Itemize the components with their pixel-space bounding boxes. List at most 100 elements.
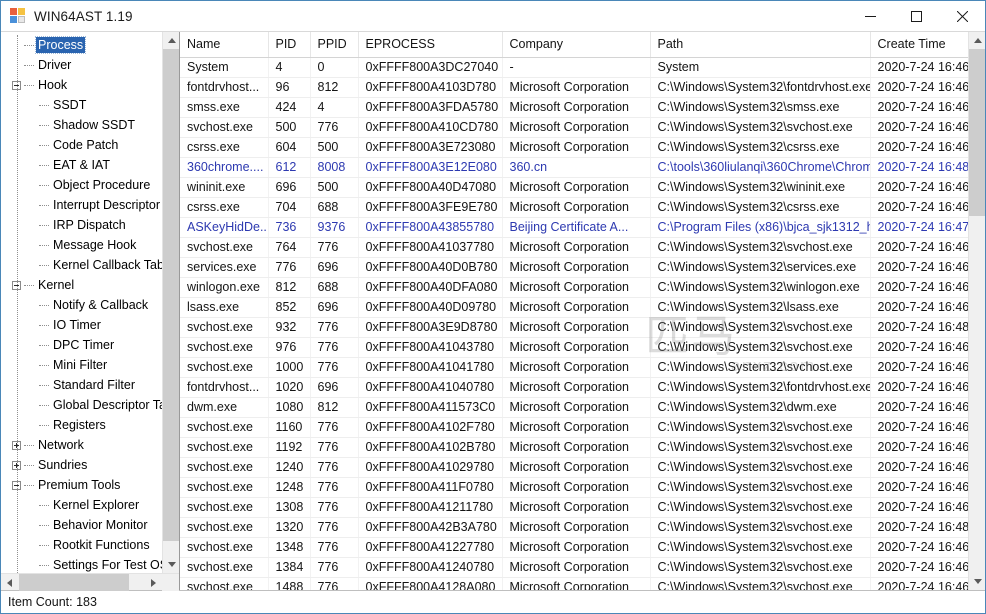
column-header-eprocess[interactable]: EPROCESS bbox=[358, 32, 503, 58]
sidebar-item-irp-dispatch[interactable]: IRP Dispatch bbox=[1, 215, 163, 235]
table-row[interactable]: svchost.exe 1192 776 0xFFFF800A4102B780 Micr… bbox=[180, 437, 968, 458]
sidebar-item-notify-callback[interactable]: Notify & Callback bbox=[1, 295, 163, 315]
tree-connector bbox=[24, 464, 34, 466]
cell-ppid: 8008 bbox=[310, 157, 359, 178]
table-row[interactable]: services.exe 776 696 0xFFFF800A40D0B780 Micr… bbox=[180, 257, 968, 278]
table-row[interactable]: ASKeyHidDe... 736 9376 0xFFFF800A43855780 Be… bbox=[180, 217, 968, 238]
table-row[interactable]: svchost.exe 1384 776 0xFFFF800A41240780 Micr… bbox=[180, 557, 968, 578]
cell-pid: 604 bbox=[268, 137, 311, 158]
column-header-ppid[interactable]: PPID bbox=[310, 32, 359, 58]
table-row[interactable]: svchost.exe 1308 776 0xFFFF800A41211780 Micr… bbox=[180, 497, 968, 518]
sidebar-item-premium-tools[interactable]: Premium Tools bbox=[1, 475, 163, 495]
table-row[interactable]: dwm.exe 1080 812 0xFFFF800A411573C0 Microsof… bbox=[180, 397, 968, 418]
cell-name: winlogon.exe bbox=[180, 277, 269, 298]
tree-horizontal-scrollbar[interactable] bbox=[1, 573, 179, 591]
table-row[interactable]: System 4 0 0xFFFF800A3DC27040- System 2020-7-… bbox=[180, 57, 968, 78]
tree-connector bbox=[24, 284, 34, 286]
sidebar-item-mini-filter[interactable]: Mini Filter bbox=[1, 355, 163, 375]
cell-company: Microsoft Corporation bbox=[502, 117, 651, 138]
table-row[interactable]: svchost.exe 1160 776 0xFFFF800A4102F780 Micr… bbox=[180, 417, 968, 438]
table-scrollbar-thumb[interactable] bbox=[969, 49, 985, 216]
close-button[interactable] bbox=[939, 1, 985, 32]
navigation-tree[interactable]: Process Driver Hook SSDT Shadow SSDT Code Pat… bbox=[1, 35, 179, 573]
minimize-button[interactable] bbox=[847, 1, 893, 32]
table-row[interactable]: 360chrome.... 612 8008 0xFFFF800A3E12E080 36… bbox=[180, 157, 968, 178]
cell-create-time: 2020-7-24 16:46:40 bbox=[870, 537, 968, 558]
table-row[interactable]: svchost.exe 764 776 0xFFFF800A41037780 Micro… bbox=[180, 237, 968, 258]
cell-eprocess: 0xFFFF800A40D47080 bbox=[358, 177, 503, 198]
column-header-pid[interactable]: PID bbox=[268, 32, 311, 58]
table-row[interactable]: lsass.exe 852 696 0xFFFF800A40D09780 Microso… bbox=[180, 297, 968, 318]
table-row[interactable]: svchost.exe 500 776 0xFFFF800A410CD780 Micro… bbox=[180, 117, 968, 138]
tree-scroll-up-button[interactable] bbox=[163, 32, 179, 49]
tree-vertical-scrollbar[interactable] bbox=[162, 32, 179, 573]
sidebar-item-message-hook[interactable]: Message Hook bbox=[1, 235, 163, 255]
table-row[interactable]: svchost.exe 976 776 0xFFFF800A41043780 Micro… bbox=[180, 337, 968, 358]
sidebar-item-hook[interactable]: Hook bbox=[1, 75, 163, 95]
table-row[interactable]: svchost.exe 932 776 0xFFFF800A3E9D8780 Micro… bbox=[180, 317, 968, 338]
sidebar-item-standard-filter[interactable]: Standard Filter bbox=[1, 375, 163, 395]
cell-pid: 1020 bbox=[268, 377, 311, 398]
table-row[interactable]: svchost.exe 1000 776 0xFFFF800A41041780 Micr… bbox=[180, 357, 968, 378]
table-row[interactable]: csrss.exe 704 688 0xFFFF800A3FE9E780 Microso… bbox=[180, 197, 968, 218]
sidebar-item-kernel-callback-table[interactable]: Kernel Callback Table bbox=[1, 255, 174, 275]
sidebar-item-process[interactable]: Process bbox=[1, 35, 163, 55]
cell-path: C:\Windows\System32\svchost.exe bbox=[650, 497, 871, 518]
tree-scroll-left-button[interactable] bbox=[1, 574, 18, 591]
maximize-button[interactable] bbox=[893, 1, 939, 32]
app-window: WIN64AST 1.19 Process Driver Hook SSDT S… bbox=[0, 0, 986, 614]
column-header-company[interactable]: Company bbox=[502, 32, 651, 58]
sidebar-item-kernel-explorer[interactable]: Kernel Explorer bbox=[1, 495, 163, 515]
sidebar-item-settings-for-test-os[interactable]: Settings For Test OS bbox=[1, 555, 168, 573]
tree-scrollbar-thumb[interactable] bbox=[163, 49, 179, 541]
column-header-name[interactable]: Name bbox=[180, 32, 269, 58]
close-icon bbox=[956, 11, 968, 22]
sidebar-item-behavior-monitor[interactable]: Behavior Monitor bbox=[1, 515, 163, 535]
cell-pid: 704 bbox=[268, 197, 311, 218]
sidebar-item-kernel[interactable]: Kernel bbox=[1, 275, 163, 295]
table-row[interactable]: svchost.exe 1488 776 0xFFFF800A4128A080 Micr… bbox=[180, 577, 968, 590]
table-scroll-down-button[interactable] bbox=[969, 573, 985, 590]
sidebar-item-object-procedure[interactable]: Object Procedure bbox=[1, 175, 163, 195]
sidebar-item-label: Registers bbox=[53, 418, 106, 432]
table-scroll-up-button[interactable] bbox=[969, 32, 985, 49]
tree-scroll-down-button[interactable] bbox=[163, 556, 179, 573]
table-row[interactable]: wininit.exe 696 500 0xFFFF800A40D47080 Micro… bbox=[180, 177, 968, 198]
tree-hscrollbar-thumb[interactable] bbox=[19, 574, 129, 591]
table-row[interactable]: svchost.exe 1248 776 0xFFFF800A411F0780 Micr… bbox=[180, 477, 968, 498]
table-row[interactable]: svchost.exe 1320 776 0xFFFF800A42B3A780 Micr… bbox=[180, 517, 968, 538]
table-row[interactable]: fontdrvhost... 1020 696 0xFFFF800A41040780 M… bbox=[180, 377, 968, 398]
tree-connector bbox=[39, 524, 49, 526]
table-row[interactable]: winlogon.exe 812 688 0xFFFF800A40DFA080 Micr… bbox=[180, 277, 968, 298]
sidebar-item-interrupt-descriptor-tal[interactable]: Interrupt Descriptor Tal bbox=[1, 195, 179, 215]
sidebar-item-dpc-timer[interactable]: DPC Timer bbox=[1, 335, 163, 355]
table-row[interactable]: svchost.exe 1348 776 0xFFFF800A41227780 Micr… bbox=[180, 537, 968, 558]
sidebar-item-ssdt[interactable]: SSDT bbox=[1, 95, 163, 115]
cell-eprocess: 0xFFFF800A3E9D8780 bbox=[358, 317, 503, 338]
table-row[interactable]: svchost.exe 1240 776 0xFFFF800A41029780 Micr… bbox=[180, 457, 968, 478]
sidebar-item-rootkit-functions[interactable]: Rootkit Functions bbox=[1, 535, 163, 555]
table-vertical-scrollbar[interactable] bbox=[968, 32, 985, 590]
cell-ppid: 776 bbox=[310, 557, 359, 578]
cell-company: Microsoft Corporation bbox=[502, 357, 651, 378]
cell-company: Microsoft Corporation bbox=[502, 297, 651, 318]
column-header-create-time[interactable]: Create Time bbox=[870, 32, 968, 58]
sidebar-item-shadow-ssdt[interactable]: Shadow SSDT bbox=[1, 115, 163, 135]
cell-name: svchost.exe bbox=[180, 497, 269, 518]
sidebar-item-code-patch[interactable]: Code Patch bbox=[1, 135, 163, 155]
sidebar-item-network[interactable]: Network bbox=[1, 435, 163, 455]
cell-pid: 1160 bbox=[268, 417, 311, 438]
table-row[interactable]: csrss.exe 604 500 0xFFFF800A3E723080 Microso… bbox=[180, 137, 968, 158]
sidebar-item-registers[interactable]: Registers bbox=[1, 415, 163, 435]
sidebar-item-io-timer[interactable]: IO Timer bbox=[1, 315, 163, 335]
cell-ppid: 776 bbox=[310, 497, 359, 518]
column-header-path[interactable]: Path bbox=[650, 32, 871, 58]
cell-ppid: 0 bbox=[310, 57, 359, 78]
table-row[interactable]: fontdrvhost... 96 812 0xFFFF800A4103D780 Mic… bbox=[180, 77, 968, 98]
sidebar-item-sundries[interactable]: Sundries bbox=[1, 455, 163, 475]
table-row[interactable]: smss.exe 424 4 0xFFFF800A3FDA5780 Microsoft … bbox=[180, 97, 968, 118]
sidebar-item-driver[interactable]: Driver bbox=[1, 55, 163, 75]
sidebar-item-eat-iat[interactable]: EAT & IAT bbox=[1, 155, 163, 175]
sidebar-item-global-descriptor-table[interactable]: Global Descriptor Table bbox=[1, 395, 179, 415]
tree-scroll-right-button[interactable] bbox=[145, 574, 162, 591]
